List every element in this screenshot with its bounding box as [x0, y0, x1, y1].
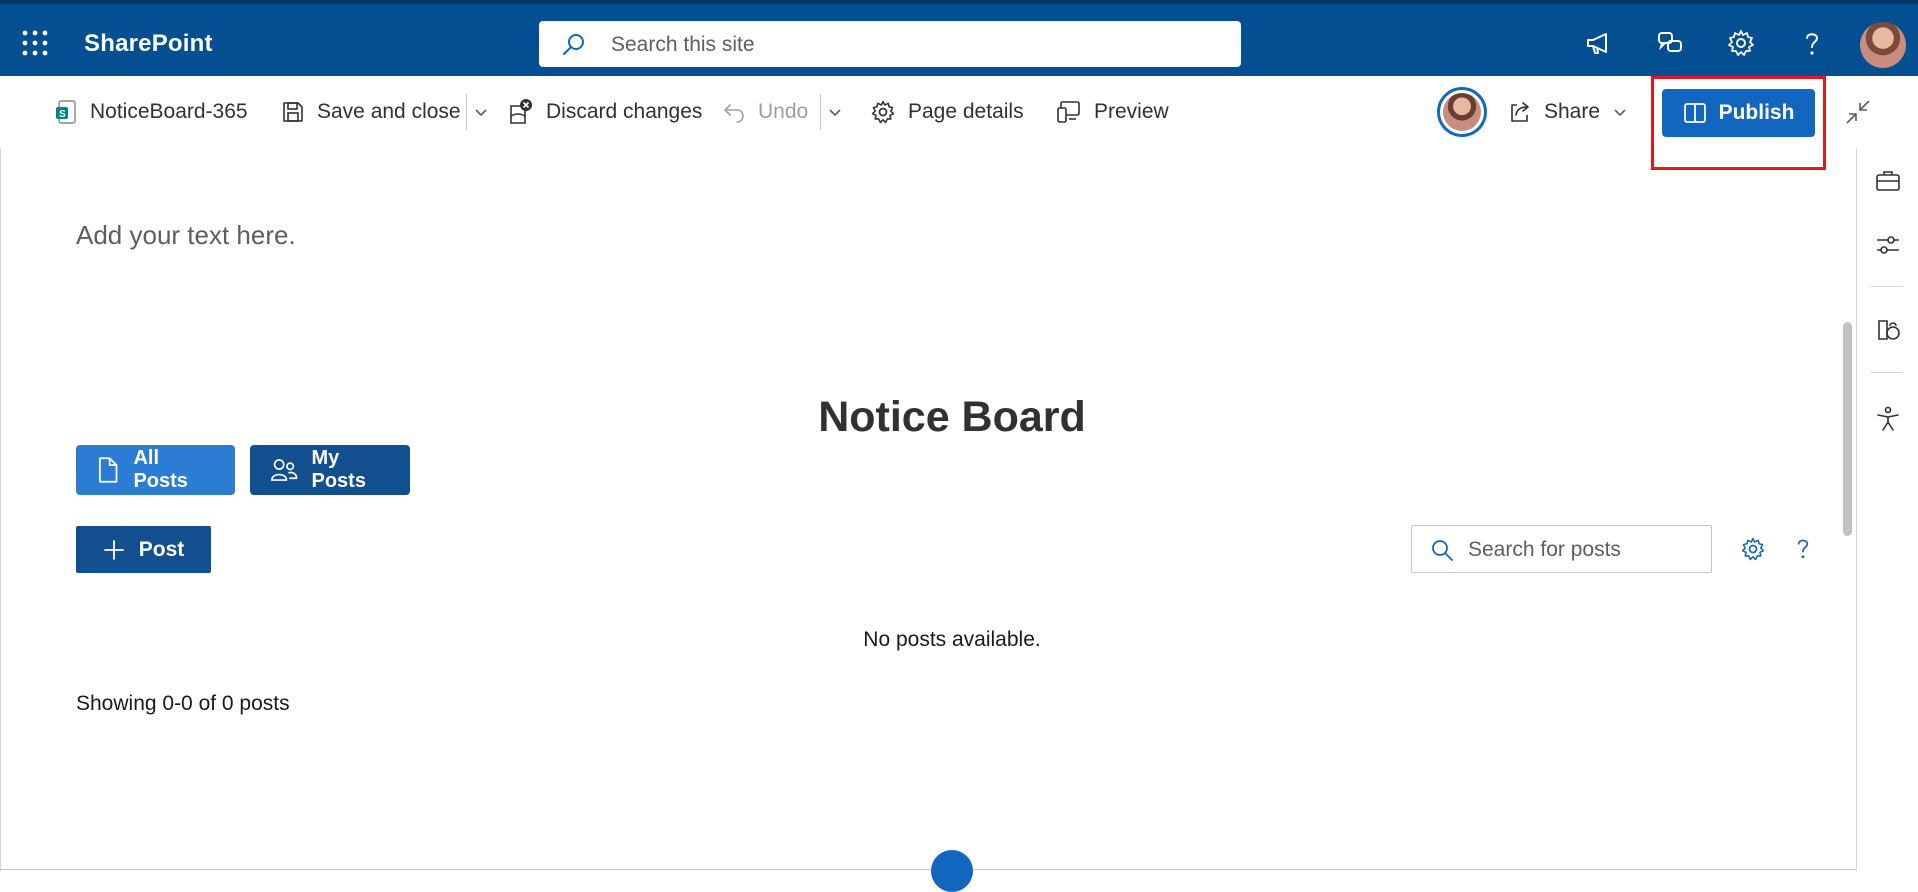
document-icon [99, 457, 118, 483]
new-post-button[interactable]: Post [76, 526, 211, 573]
page-name[interactable]: S NoticeBoard-365 [56, 96, 248, 128]
undo-button[interactable]: Undo [722, 96, 808, 128]
user-avatar[interactable] [1860, 22, 1906, 68]
my-posts-tab[interactable]: My Posts [250, 445, 410, 495]
settings-icon [871, 100, 895, 124]
page-details-label: Page details [908, 100, 1024, 123]
post-label: Post [138, 537, 185, 561]
right-rail [1856, 148, 1918, 871]
discard-icon [510, 99, 532, 124]
sliders-icon[interactable] [1874, 231, 1902, 259]
search-icon [563, 34, 584, 55]
command-bar: S NoticeBoard-365 Save and close Discard… [0, 76, 1918, 148]
chevron-down-icon[interactable] [1612, 104, 1628, 120]
app-title[interactable]: SharePoint [84, 30, 213, 58]
waffle-icon[interactable] [22, 30, 48, 56]
discard-changes-button[interactable]: Discard changes [508, 96, 702, 128]
share-icon [1511, 102, 1529, 122]
share-button[interactable]: Share [1508, 96, 1600, 128]
divider [820, 94, 821, 130]
chat-icon[interactable] [1655, 28, 1685, 58]
post-search-input[interactable] [1466, 534, 1700, 566]
preview-label: Preview [1094, 100, 1169, 123]
preview-icon [1057, 101, 1080, 123]
my-posts-label: My Posts [311, 447, 366, 492]
post-search-box[interactable] [1411, 525, 1712, 573]
people-icon [271, 459, 298, 481]
suite-bar: SharePoint Search this site [0, 0, 1918, 76]
all-posts-label: All Posts [133, 447, 188, 492]
design-ideas-icon[interactable] [1874, 316, 1902, 344]
gear-icon[interactable] [1726, 28, 1756, 58]
plus-icon [103, 539, 124, 560]
help-icon[interactable] [1790, 536, 1816, 562]
canvas-edge [0, 148, 1, 871]
text-placeholder[interactable]: Add your text here. [76, 220, 296, 251]
site-search-box[interactable]: Search this site [539, 21, 1241, 67]
section-divider [0, 869, 1856, 870]
save-and-close-button[interactable]: Save and close [281, 96, 461, 128]
chevron-down-icon[interactable] [473, 104, 489, 120]
rail-divider [1871, 286, 1903, 287]
publish-label: Publish [1718, 101, 1795, 124]
discard-changes-label: Discard changes [546, 100, 703, 123]
all-posts-tab[interactable]: All Posts [76, 445, 235, 495]
chevron-down-icon[interactable] [827, 104, 843, 120]
gear-icon[interactable] [1740, 536, 1766, 562]
rail-divider [1871, 372, 1903, 373]
notice-board-title: Notice Board [818, 393, 1086, 441]
toolbox-icon[interactable] [1874, 167, 1902, 195]
sharepoint-file-icon: S [56, 100, 76, 124]
divider [466, 94, 467, 130]
empty-state-message: No posts available. [863, 628, 1041, 651]
publish-button[interactable]: Publish [1662, 89, 1815, 137]
add-section-button[interactable] [931, 850, 973, 892]
save-icon [283, 102, 303, 122]
help-icon[interactable] [1797, 28, 1827, 58]
book-icon [1683, 103, 1706, 123]
svg-text:S: S [59, 109, 66, 120]
collapse-icon[interactable] [1844, 98, 1872, 126]
undo-icon [724, 104, 744, 123]
page-details-button[interactable]: Page details [870, 96, 1024, 128]
site-search-placeholder: Search this site [611, 33, 755, 56]
editor-avatar[interactable] [1437, 87, 1487, 137]
page-name-label: NoticeBoard-365 [90, 100, 248, 123]
search-icon [1432, 540, 1453, 561]
preview-button[interactable]: Preview [1056, 96, 1169, 128]
save-and-close-label: Save and close [317, 100, 461, 123]
megaphone-icon[interactable] [1584, 28, 1614, 58]
undo-label: Undo [758, 100, 809, 123]
share-label: Share [1544, 100, 1601, 123]
pagination-summary: Showing 0-0 of 0 posts [76, 692, 290, 715]
